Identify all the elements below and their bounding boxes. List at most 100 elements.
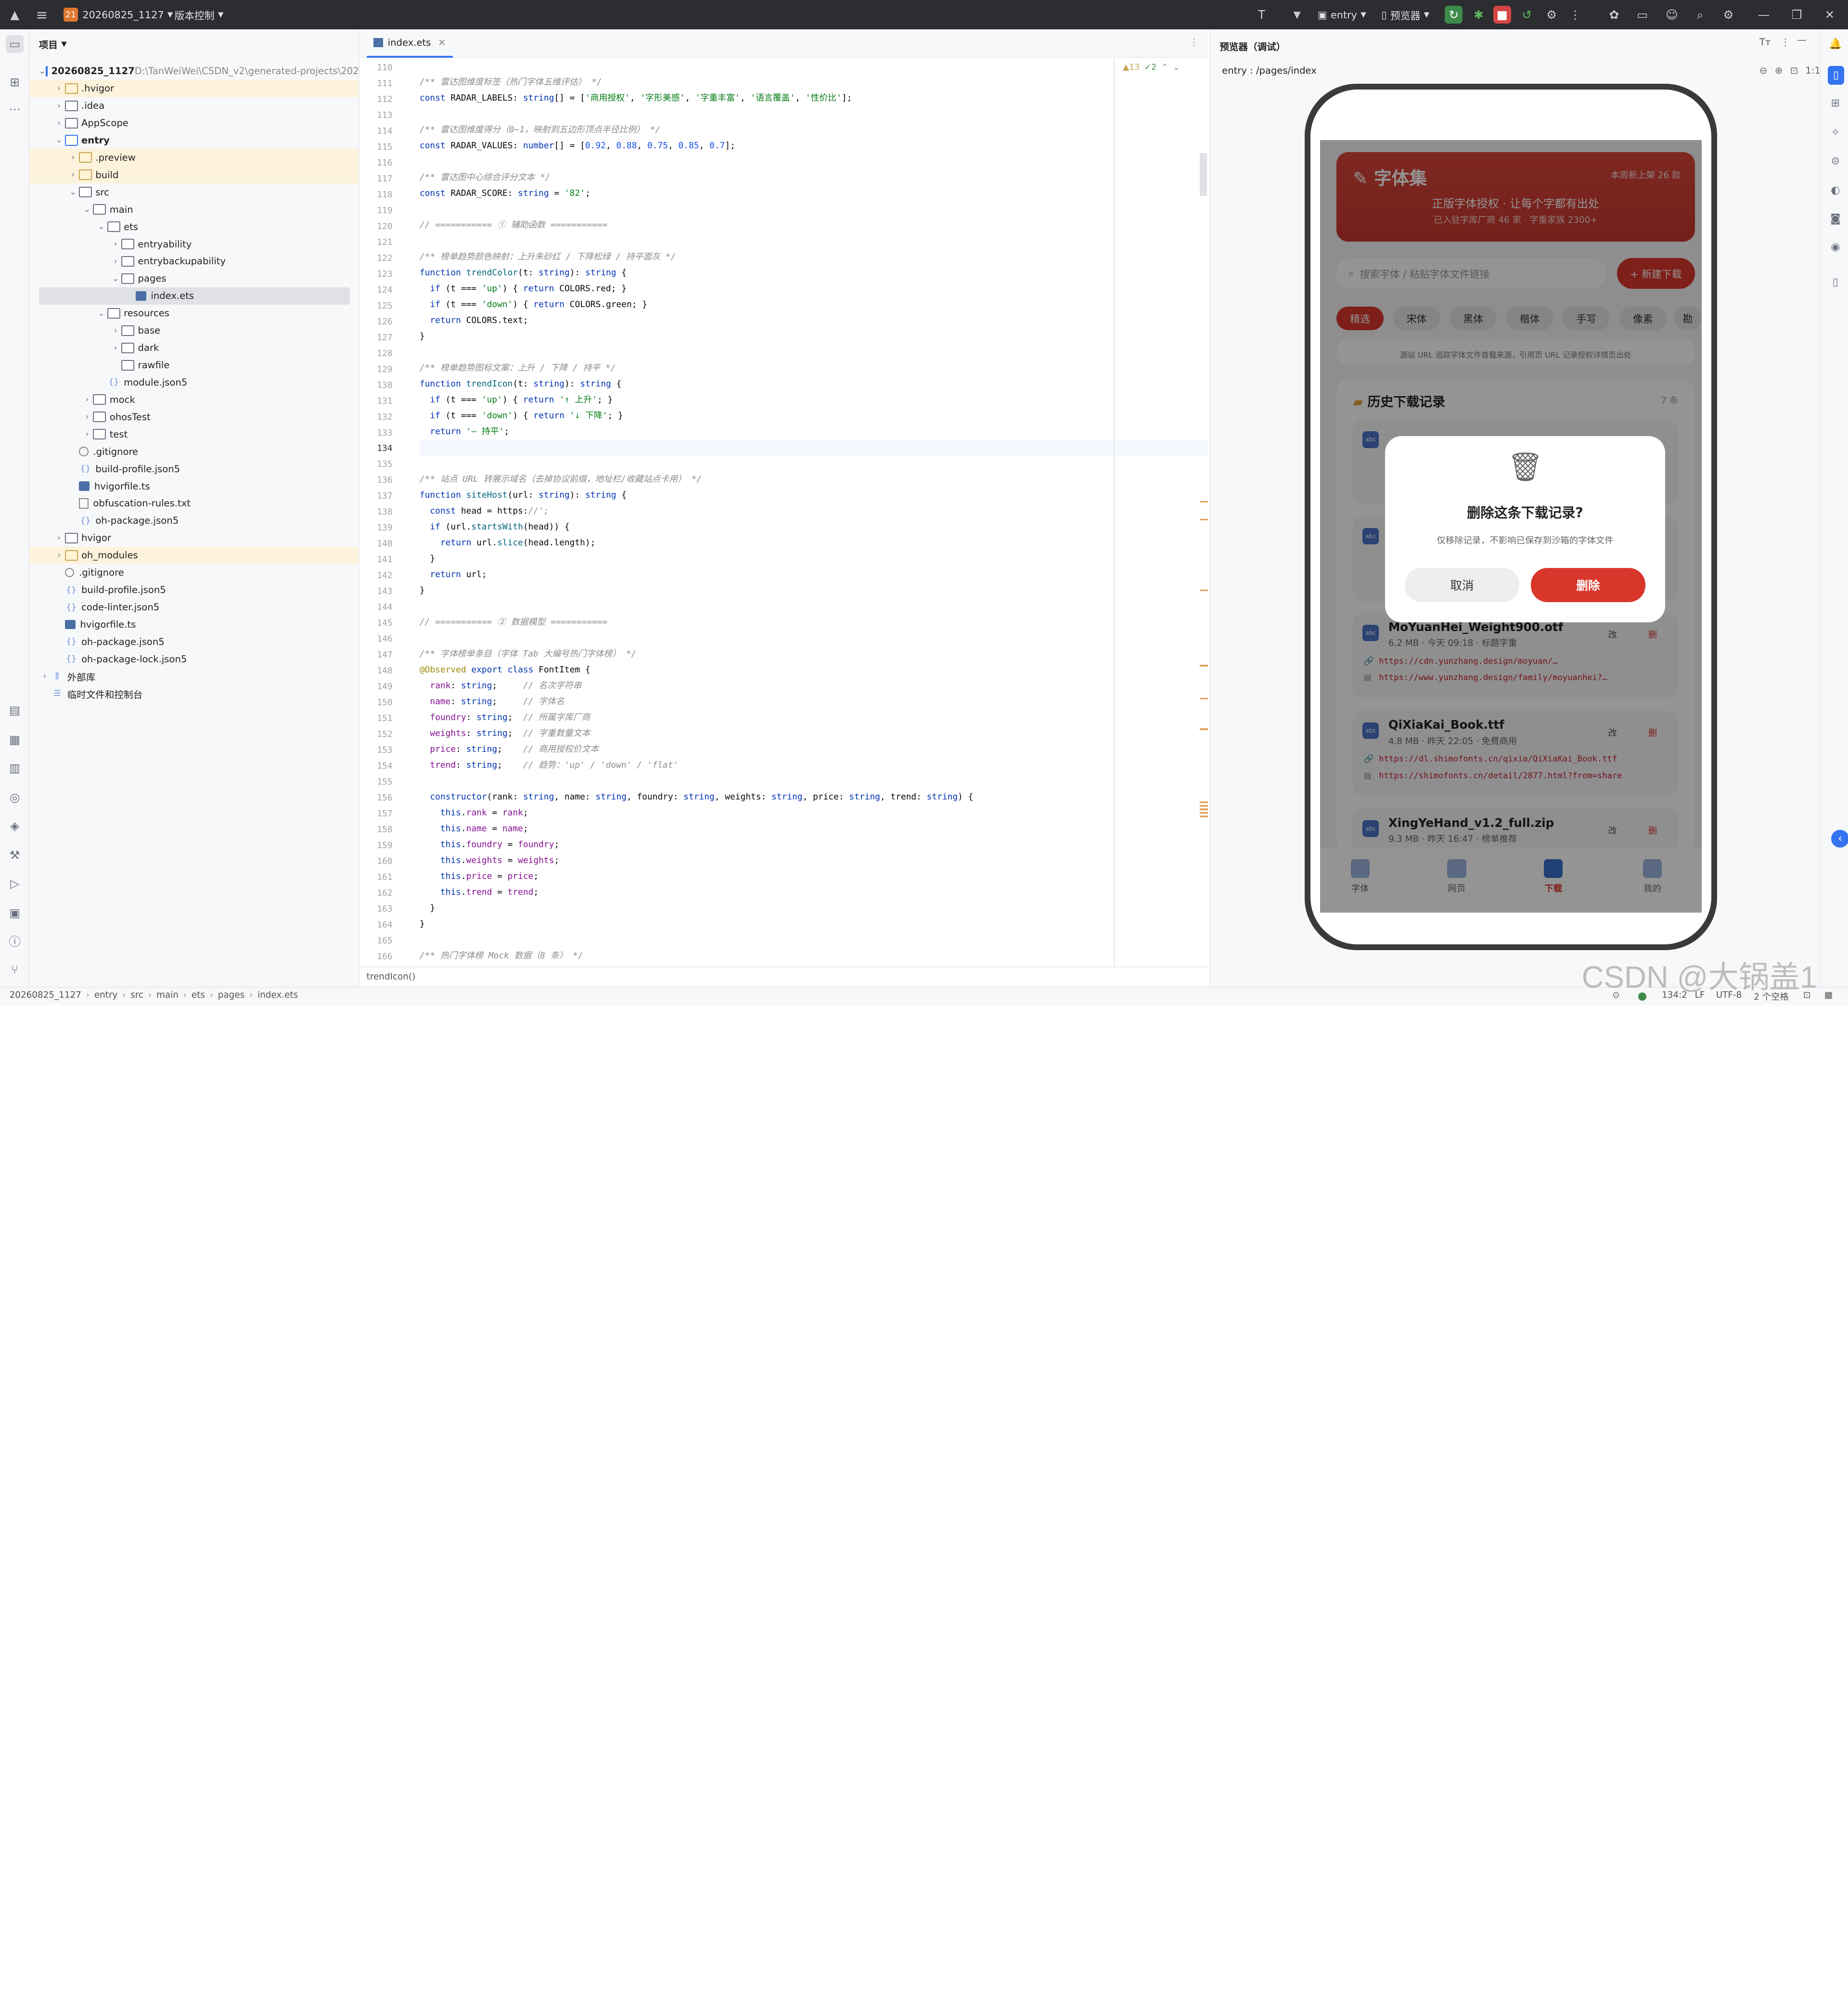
tree-item[interactable]: obfuscation-rules.txt xyxy=(29,495,359,512)
chevron-icon[interactable]: › xyxy=(81,429,93,439)
code-line[interactable]: this.rank = rank; xyxy=(420,805,528,821)
tab-menu-icon[interactable]: ⋮ xyxy=(1189,37,1199,48)
services-icon[interactable]: ◈ xyxy=(6,817,24,835)
previewer-icon[interactable]: ▯ xyxy=(1827,66,1845,85)
git-icon[interactable]: ⑂ xyxy=(6,961,24,979)
tree-item[interactable]: › .preview xyxy=(29,149,359,167)
code-line[interactable]: } xyxy=(420,916,425,932)
tree-item[interactable]: rawfile xyxy=(29,357,359,374)
code-line[interactable]: rank: string; // 名次字符串 xyxy=(420,678,581,694)
code-line[interactable]: this.trend = trend; xyxy=(420,885,539,901)
notifications-icon[interactable]: 🔔 xyxy=(1828,37,1843,52)
chevron-icon[interactable]: › xyxy=(67,170,79,180)
log-icon[interactable]: ▦ xyxy=(6,731,24,748)
code-line[interactable]: } xyxy=(420,551,435,567)
warning-marker[interactable] xyxy=(1200,518,1208,521)
chevron-icon[interactable]: › xyxy=(53,551,64,560)
text-tool-icon[interactable]: T xyxy=(1254,7,1270,23)
chevron-icon[interactable]: ⌄ xyxy=(95,222,107,232)
tree-item[interactable]: › entryability xyxy=(29,235,359,253)
chevron-up-icon[interactable]: ⌃ xyxy=(1161,63,1168,72)
tree-item[interactable]: {} module.json5 xyxy=(29,374,359,391)
chevron-icon[interactable]: › xyxy=(67,153,79,162)
zoom-in-icon[interactable]: ⊕ xyxy=(1775,65,1783,76)
run-config-select[interactable]: ▣ entry ▼ xyxy=(1318,0,1366,29)
collapse-icon[interactable]: ‹ xyxy=(1831,830,1848,848)
code-line[interactable]: /** 热门字体榜 Mock 数据（8 条） */ xyxy=(420,948,583,964)
run-panel-icon[interactable]: ▷ xyxy=(6,875,24,892)
settings-icon[interactable]: ⚙ xyxy=(1721,7,1736,23)
current-function[interactable]: trendIcon() xyxy=(367,972,416,982)
tree-item[interactable]: › dark xyxy=(29,339,359,357)
tab-index-ets[interactable]: index.ets ✕ xyxy=(366,29,453,58)
code-line[interactable]: return '— 持平'; xyxy=(420,424,509,440)
run-icon[interactable]: ↻ xyxy=(1445,6,1463,24)
tree-item[interactable]: ⌄ main xyxy=(29,201,359,218)
tree-item[interactable]: ⌄ resources xyxy=(29,305,359,322)
chevron-icon[interactable]: › xyxy=(53,84,64,93)
code-line[interactable]: /** 站点 URL 转展示域名（去掉协议前缀，地址栏/收藏站点卡用） */ xyxy=(420,472,702,488)
filter-icon[interactable]: ▼ xyxy=(1289,7,1305,23)
database-icon[interactable]: ⊜ xyxy=(1828,153,1843,168)
tree-item[interactable]: {} oh-package.json5 xyxy=(29,633,359,650)
search-icon[interactable]: ⌕ xyxy=(1693,7,1708,23)
chevron-down-icon[interactable]: ⌄ xyxy=(1173,63,1180,72)
camera-icon[interactable]: ◙ xyxy=(1828,211,1843,226)
tree-item[interactable]: hvigorfile.ts xyxy=(29,477,359,495)
structure-icon[interactable]: ⊞ xyxy=(6,73,24,91)
zoom-out-icon[interactable]: ⊖ xyxy=(1759,65,1767,76)
tree-item[interactable]: › .idea xyxy=(29,97,359,115)
chevron-icon[interactable]: ⌄ xyxy=(81,205,93,214)
chevron-icon[interactable]: › xyxy=(110,343,121,353)
build-icon[interactable]: ⚒ xyxy=(6,846,24,864)
tree-item[interactable]: › base xyxy=(29,322,359,339)
more-tools-icon[interactable]: ⋯ xyxy=(6,100,24,118)
tree-item[interactable]: {} oh-package-lock.json5 xyxy=(29,650,359,668)
code-line[interactable]: this.name = name; xyxy=(420,821,528,837)
code-line[interactable]: price: string; // 商用授权价文本 xyxy=(420,742,599,758)
chevron-icon[interactable]: ⌄ xyxy=(67,187,79,197)
tree-item[interactable]: ⌄ pages xyxy=(29,270,359,287)
stop-icon[interactable]: ■ xyxy=(1493,6,1511,24)
code-line[interactable]: name: string; // 字体名 xyxy=(420,694,564,710)
chevron-icon[interactable]: › xyxy=(81,412,93,422)
tree-item[interactable]: › oh_modules xyxy=(29,546,359,564)
code-line[interactable]: } xyxy=(420,583,425,599)
chevron-icon[interactable]: › xyxy=(53,118,64,128)
more-icon[interactable]: ⋮ xyxy=(1781,37,1790,48)
code-line[interactable]: // =========== ① 辅助函数 =========== xyxy=(420,218,607,233)
font-size-icon[interactable]: Tт xyxy=(1759,37,1771,48)
tree-item[interactable]: {} code-linter.json5 xyxy=(29,599,359,616)
code-line[interactable]: /** 字体榜单条目（字体 Tab 大编号热门字体榜） */ xyxy=(420,646,637,662)
minimize-icon[interactable]: — xyxy=(1756,7,1771,23)
code-line[interactable]: /** 雷达图维度得分（0~1，映射到五边形顶点半径比例） */ xyxy=(420,122,660,138)
code-line[interactable]: /** 榜单趋势颜色映射：上升朱砂红 / 下降松绿 / 持平面灰 */ xyxy=(420,249,676,265)
close-tab-icon[interactable]: ✕ xyxy=(438,37,446,48)
device-manager-icon[interactable]: ▯ xyxy=(1828,275,1843,290)
assistant-icon[interactable]: ✧ xyxy=(1828,125,1843,141)
code-line[interactable]: return url; xyxy=(420,567,487,583)
code-editor[interactable]: ▲13 ✓2 ⌃ ⌄ /** 雷达图维度标签（热门字体五维评估） */const… xyxy=(418,59,1208,967)
account-icon[interactable]: ☺ xyxy=(1664,7,1680,23)
warning-marker[interactable] xyxy=(1200,801,1208,818)
profiler-icon[interactable]: ⚙ xyxy=(1544,7,1559,23)
breadcrumb-item[interactable]: main xyxy=(156,990,179,1000)
code-line[interactable]: const head = https://'; xyxy=(420,503,549,519)
inspector-icon[interactable]: ◐ xyxy=(1828,183,1843,198)
tree-item[interactable]: › AppScope xyxy=(29,115,359,132)
code-line[interactable]: /** 榜单趋势图标文案：上升 / 下降 / 持平 */ xyxy=(420,361,616,376)
code-line[interactable]: return COLORS.text; xyxy=(420,313,528,329)
tree-item[interactable]: › .hvigor xyxy=(29,79,359,97)
chevron-icon[interactable]: › xyxy=(81,395,93,404)
tree-item[interactable]: ⌄ ets xyxy=(29,218,359,235)
code-line[interactable]: if (t === 'up') { return COLORS.red; } xyxy=(420,281,627,297)
code-line[interactable]: if (t === 'down') { return COLORS.green;… xyxy=(420,297,647,313)
chevron-icon[interactable]: ⌄ xyxy=(39,66,46,76)
code-line[interactable] xyxy=(419,440,1208,456)
plugin-icon[interactable]: ✿ xyxy=(1606,7,1622,23)
tree-item[interactable]: ⌄ entry xyxy=(29,131,359,149)
rerun-icon[interactable]: ↺ xyxy=(1519,7,1535,23)
warning-marker[interactable] xyxy=(1200,697,1208,700)
code-line[interactable]: } xyxy=(420,329,425,345)
tree-item[interactable]: ☰ 临时文件和控制台 xyxy=(29,685,359,702)
